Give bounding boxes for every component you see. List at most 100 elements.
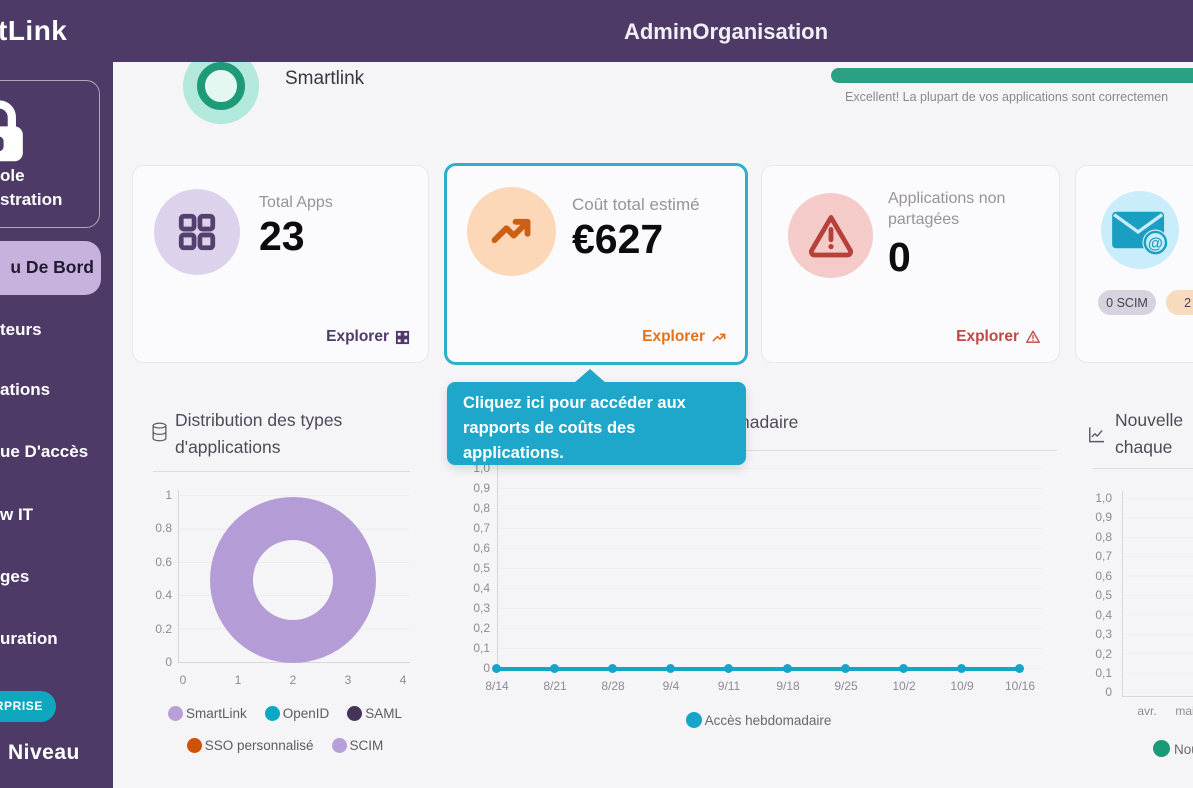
data-point [957,664,966,673]
x-tick: 8/14 [475,679,519,693]
data-point [666,664,675,673]
scim-badge: 0 SCIM [1098,290,1156,315]
y-tick: 0,4 [440,581,490,595]
y-tick: 0.2 [122,622,172,636]
cost-card[interactable]: Coût total estimé €627 Explorer [444,163,748,365]
y-tick: 0.6 [122,555,172,569]
y-tick: 0,2 [1062,647,1112,661]
legend-item-smartlink[interactable]: SmartLink [168,706,247,721]
y-tick: 0,6 [440,541,490,555]
explorer-apps-link[interactable]: Explorer [326,328,410,346]
y-tick: 0,1 [440,641,490,655]
level-label: Niveau [8,741,80,765]
console-label-line1: ole [0,166,25,186]
console-label-line2: stration [0,190,62,210]
health-progress-bar [831,68,1193,83]
data-point [724,664,733,673]
x-tick: 3 [326,673,370,687]
legend-item-openid[interactable]: OpenID [265,706,330,721]
y-tick: 0,2 [440,621,490,635]
monthly-chart-title-line2: chaque [1115,434,1172,461]
alert-triangle-icon [788,193,873,278]
y-tick: 0,1 [1062,666,1112,680]
sidebar-item-applications[interactable]: ations [0,380,50,400]
unshared-apps-card[interactable]: Applications non partagées 0 Explorer [761,165,1060,363]
sidebar-item-shares[interactable]: ges [0,567,29,587]
legend-item-weekly-access[interactable]: Accès hebdomadaire [686,712,832,728]
sidebar-item-shadow-it[interactable]: w IT [0,505,33,525]
cost-value: €627 [572,216,663,263]
apps-grid-icon [154,189,240,275]
sidebar-item-users[interactable]: teurs [0,320,42,340]
lock-icon [0,96,32,166]
monthly-chart-title-line1: Nouvelle [1115,407,1183,434]
x-tick: 4 [381,673,425,687]
y-tick: 0.4 [122,588,172,602]
monthly-y-axis [1122,491,1123,696]
y-tick: 0,5 [440,561,490,575]
data-point [608,664,617,673]
database-icon [151,421,168,443]
cost-label: Coût total estimé [572,194,700,216]
top-bar: tLink AdminOrganisation [0,0,1193,62]
y-tick: 0,9 [440,481,490,495]
x-tick: 10/9 [940,679,984,693]
y-tick: 0.8 [122,521,172,535]
sidebar-item-configuration[interactable]: uration [0,629,58,649]
x-tick: mai [1163,704,1193,718]
y-tick: 0,8 [1062,530,1112,544]
x-tick: 8/28 [591,679,635,693]
sidebar-item-access-log[interactable]: ue D'accès [0,442,88,462]
divider [153,471,410,472]
monthly-x-axis [1122,696,1193,697]
y-tick: 1 [122,488,172,502]
svg-text:@: @ [1148,235,1163,252]
y-tick: 0,9 [1062,510,1112,524]
explorer-unshared-link[interactable]: Explorer [956,328,1041,346]
x-tick: 9/11 [707,679,751,693]
line-chart-icon [1087,425,1106,444]
sidebar-item-dashboard[interactable]: u De Bord [0,241,101,295]
legend-item-saml[interactable]: SAML [347,706,402,721]
data-point [783,664,792,673]
weekly-y-axis [497,461,498,669]
x-tick: 0 [161,673,205,687]
alert-triangle-icon [1025,329,1041,345]
y-tick: 0,3 [1062,627,1112,641]
grid-icon [395,330,410,345]
donut-slice-smartlink [210,497,376,663]
unshared-value: 0 [888,234,911,281]
legend-dot [686,712,702,728]
data-point [1015,664,1024,673]
x-tick: 9/4 [649,679,693,693]
donut-chart-title: Distribution des types d'applications [175,407,425,461]
explorer-cost-link[interactable]: Explorer [642,328,727,346]
donut-legend-row1: SmartLink OpenID SAML [135,706,435,721]
x-tick: 9/25 [824,679,868,693]
y-tick: 0,7 [1062,549,1112,563]
y-tick: 0,7 [440,521,490,535]
smartlink-logo-ring-icon [197,62,245,110]
y-tick: 1,0 [1062,491,1112,505]
y-tick: 0,5 [1062,588,1112,602]
legend-item-new-apps[interactable]: Nou [1174,742,1193,757]
divider [1093,468,1193,469]
mail-at-icon: @ [1101,191,1179,269]
health-status-text: Excellent! La plupart de vos application… [845,90,1168,104]
page-title: AdminOrganisation [623,19,829,45]
data-point [899,664,908,673]
x-tick: 2 [271,673,315,687]
total-apps-card[interactable]: Total Apps 23 Explorer [132,165,429,363]
weekly-gridlines [498,468,1043,669]
donut-y-axis [178,490,179,663]
data-point [492,664,501,673]
shared-badge: 2 Sh [1166,290,1193,315]
legend-item-scim[interactable]: SCIM [332,738,384,753]
mail-card[interactable]: @ 0 SCIM 2 Sh [1075,165,1193,363]
total-apps-label: Total Apps [259,193,333,214]
weekly-legend: Accès hebdomadaire [497,712,1020,728]
legend-dot [265,706,280,721]
legend-item-sso[interactable]: SSO personnalisé [187,738,314,753]
dashboard-screen: Smartlink Excellent! La plupart de vos a… [0,0,1193,788]
donut-legend-row2: SSO personnalisé SCIM [135,738,435,753]
